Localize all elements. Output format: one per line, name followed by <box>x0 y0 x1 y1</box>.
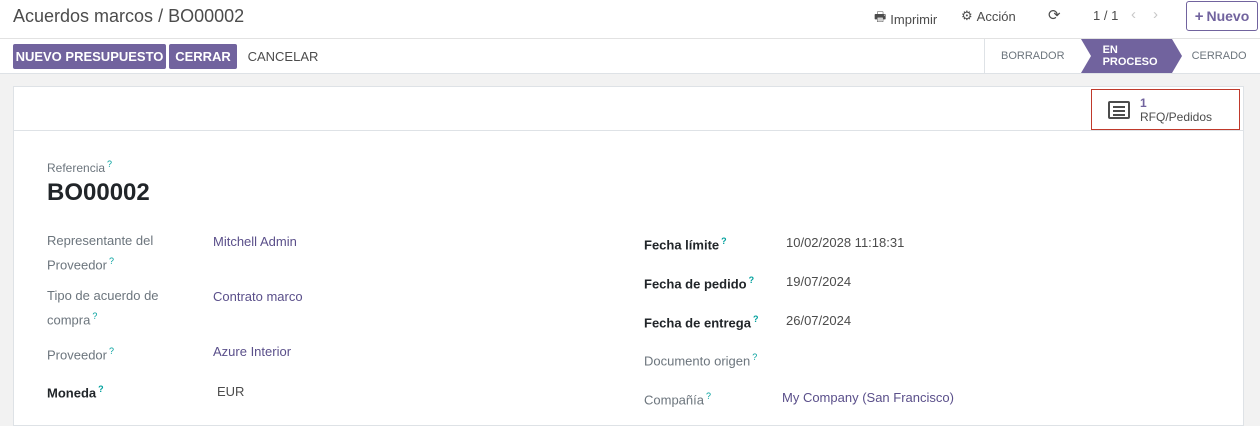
smart-button-text: 1 RFQ/Pedidos <box>1140 96 1212 124</box>
breadcrumb-current: BO00002 <box>168 6 245 26</box>
label-text: Documento origen <box>644 353 751 369</box>
label-text: Proveedor <box>47 347 107 363</box>
help-icon[interactable]: ? <box>109 256 114 266</box>
form-sheet: 1 RFQ/Pedidos Referencia? BO00002 Repres… <box>13 86 1244 426</box>
help-icon[interactable]: ? <box>753 314 759 324</box>
label-text: Moneda <box>47 385 97 401</box>
smart-button-count: 1 <box>1140 95 1147 110</box>
label-text: Compañía <box>644 392 704 408</box>
help-icon[interactable]: ? <box>98 384 104 394</box>
reference-label: Referencia? <box>47 159 112 175</box>
vendor-representative-label: Representante del Proveedor? <box>47 231 172 275</box>
vendor-representative-field[interactable]: Mitchell Admin <box>213 234 297 249</box>
list-icon <box>1108 100 1130 119</box>
refresh-icon[interactable]: ⟳ <box>1048 6 1061 24</box>
label-text: Fecha de entrega <box>644 315 751 331</box>
new-quotation-button[interactable]: NUEVO PRESUPUESTO <box>13 44 166 69</box>
vendor-field[interactable]: Azure Interior <box>213 344 291 359</box>
help-icon[interactable]: ? <box>752 352 757 362</box>
action-button[interactable]: ⚙ Acción <box>961 8 1016 24</box>
label-text: Representante del Proveedor <box>47 233 154 273</box>
status-closed[interactable]: CERRADO <box>1172 39 1260 73</box>
print-button[interactable]: 🖶 Imprimir <box>874 8 937 30</box>
gear-icon: ⚙ <box>961 8 973 23</box>
new-record-button[interactable]: + Nuevo <box>1186 1 1258 31</box>
breadcrumb-separator: / <box>158 6 164 26</box>
smart-button-label: RFQ/Pedidos <box>1140 109 1213 124</box>
pager-previous-icon[interactable]: ‹ <box>1131 6 1136 23</box>
help-icon[interactable]: ? <box>92 311 97 321</box>
help-icon[interactable]: ? <box>109 346 114 356</box>
help-icon[interactable]: ? <box>721 236 727 246</box>
delivery-date-field[interactable]: 26/07/2024 <box>786 313 851 328</box>
pager-next-icon[interactable]: › <box>1153 6 1158 23</box>
pager-value[interactable]: 1 / 1 <box>1093 8 1118 23</box>
cancel-button[interactable]: CANCELAR <box>243 44 323 69</box>
status-draft[interactable]: BORRADOR <box>984 39 1081 73</box>
label-text: Fecha límite <box>644 237 720 253</box>
control-panel: Acuerdos marcos / BO00002 🖶 Imprimir ⚙ Acc… <box>0 0 1260 38</box>
close-button[interactable]: CERRAR <box>169 44 237 69</box>
currency-label: Moneda? <box>47 379 104 403</box>
vendor-label: Proveedor? <box>47 341 114 365</box>
reference-value: BO00002 <box>47 179 150 206</box>
print-label: Imprimir <box>890 11 938 27</box>
label-text: Tipo de acuerdo de compra <box>47 288 159 328</box>
help-icon[interactable]: ? <box>749 275 755 285</box>
agreement-type-label: Tipo de acuerdo de compra? <box>47 286 172 330</box>
agreement-type-field[interactable]: Contrato marco <box>213 289 303 304</box>
label-text: Fecha de pedido <box>644 276 747 292</box>
breadcrumb-parent[interactable]: Acuerdos marcos <box>13 6 153 26</box>
button-box: 1 RFQ/Pedidos <box>14 87 1243 131</box>
status-pipeline: BORRADOR EN PROCESO CERRADO <box>984 39 1260 73</box>
deadline-field[interactable]: 10/02/2028 11:18:31 <box>786 235 904 250</box>
company-field[interactable]: My Company (San Francisco) <box>782 390 954 405</box>
reference-label-text: Referencia <box>47 161 106 175</box>
printer-icon: 🖶 <box>874 9 887 24</box>
breadcrumb: Acuerdos marcos / BO00002 <box>13 6 244 27</box>
currency-field[interactable]: EUR <box>217 384 244 399</box>
deadline-label: Fecha límite? <box>644 231 727 255</box>
source-document-label: Documento origen? <box>644 347 757 371</box>
status-in-progress[interactable]: EN PROCESO <box>1080 39 1182 73</box>
order-date-field[interactable]: 19/07/2024 <box>786 274 851 289</box>
delivery-date-label: Fecha de entrega? <box>644 309 758 333</box>
company-label: Compañía? <box>644 386 711 410</box>
rfq-orders-smart-button[interactable]: 1 RFQ/Pedidos <box>1091 89 1240 130</box>
help-icon[interactable]: ? <box>706 391 711 401</box>
action-label: Acción <box>976 8 1016 24</box>
help-icon[interactable]: ? <box>107 159 112 169</box>
new-label: Nuevo <box>1206 8 1250 24</box>
plus-icon: + <box>1194 7 1204 25</box>
order-date-label: Fecha de pedido? <box>644 270 754 294</box>
form-statusbar: NUEVO PRESUPUESTO CERRAR CANCELAR BORRAD… <box>0 38 1260 74</box>
